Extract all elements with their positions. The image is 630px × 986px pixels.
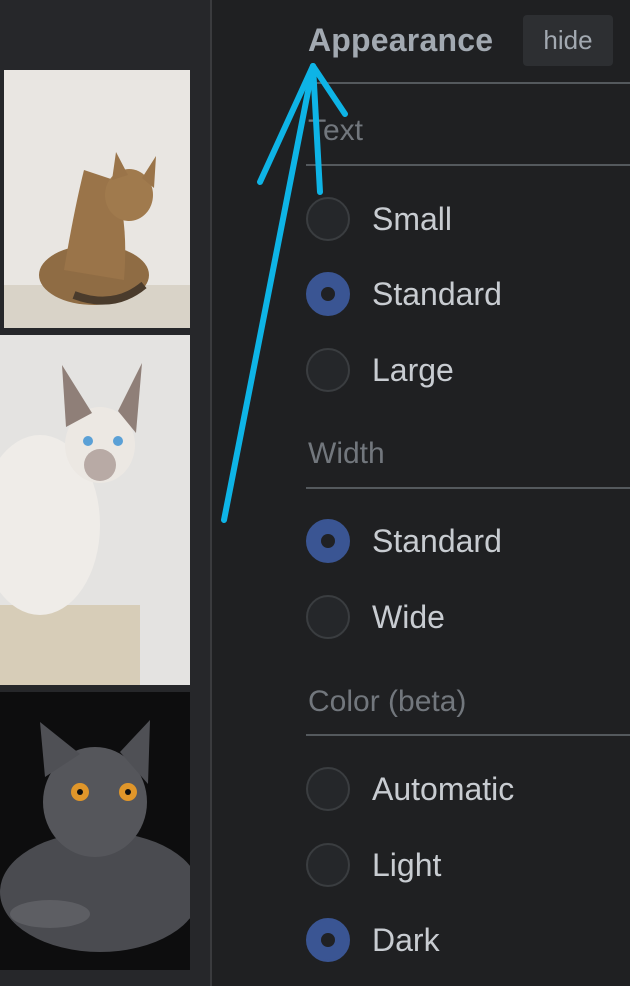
cat-photo-siamese[interactable] [0,335,190,685]
radio-option-width-standard[interactable]: Standard [306,517,502,565]
option-label: Wide [372,598,445,635]
radio-button[interactable] [306,348,350,392]
radio-button-selected[interactable] [306,272,350,316]
radio-option-text-standard[interactable]: Standard [306,270,502,318]
option-label: Automatic [372,770,515,807]
section-label-color: Color (beta) [308,685,467,718]
british-shorthair-cat-image [0,692,190,970]
radio-button[interactable] [306,843,350,887]
option-label: Small [372,200,453,237]
radio-button-selected[interactable] [306,918,350,962]
siamese-cat-image [0,335,190,685]
radio-option-color-light[interactable]: Light [306,841,441,889]
cat-photo-british-shorthair[interactable] [0,692,190,970]
radio-button-selected[interactable] [306,519,350,563]
section-label-width: Width [308,437,385,470]
option-label: Large [372,351,454,388]
radio-option-width-wide[interactable]: Wide [306,593,445,641]
radio-button[interactable] [306,595,350,639]
image-strip [0,0,212,986]
appearance-screen: Appearance hide Text Small Standard Larg… [0,0,630,986]
appearance-title: Appearance [308,22,494,58]
cat-photo-abyssinian[interactable] [4,70,190,328]
radio-option-color-automatic[interactable]: Automatic [306,765,514,813]
radio-option-text-small[interactable]: Small [306,195,452,243]
option-label: Standard [372,522,502,559]
header-divider [306,82,630,84]
section-label-text: Text [308,114,364,147]
radio-option-color-dark[interactable]: Dark [306,916,440,964]
option-label: Standard [372,275,502,312]
text-section-divider [306,164,630,166]
option-label: Light [372,846,442,883]
abyssinian-cat-image [4,70,190,328]
option-label: Dark [372,921,440,958]
radio-option-text-large[interactable]: Large [306,346,454,394]
hide-button[interactable]: hide [523,15,613,66]
radio-button[interactable] [306,197,350,241]
radio-button[interactable] [306,767,350,811]
color-section-divider [306,734,630,736]
width-section-divider [306,487,630,489]
